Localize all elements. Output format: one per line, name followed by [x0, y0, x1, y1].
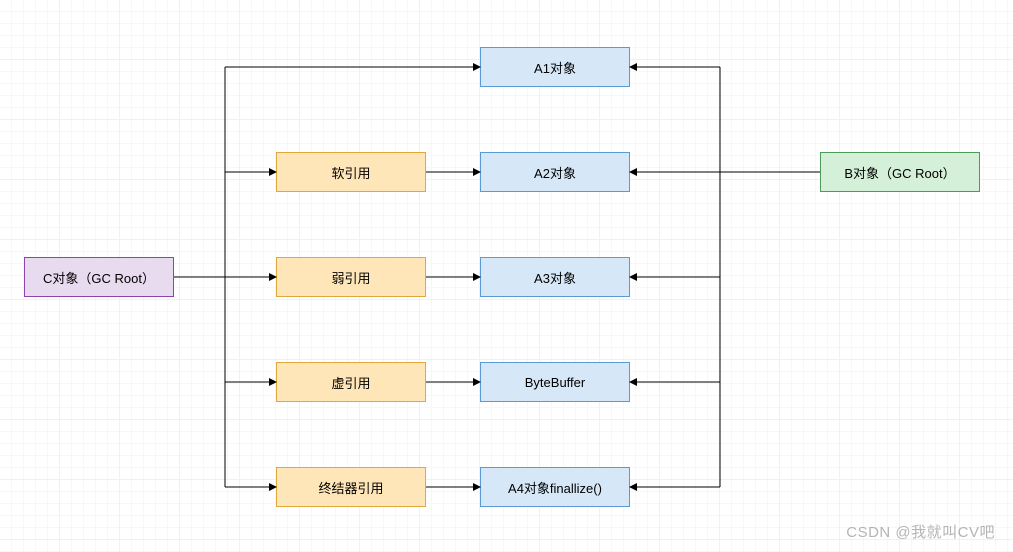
node-a1: A1对象 — [480, 47, 630, 87]
node-label: 软引用 — [331, 163, 370, 182]
node-ref-weak: 弱引用 — [276, 257, 426, 297]
node-a2: A2对象 — [480, 152, 630, 192]
node-label: B对象（GC Root） — [844, 163, 955, 182]
node-label: ByteBuffer — [525, 375, 585, 390]
node-label: 虚引用 — [331, 373, 370, 392]
node-ref-phantom: 虚引用 — [276, 362, 426, 402]
node-label: A4对象finallize() — [508, 478, 602, 497]
node-label: A2对象 — [534, 163, 576, 182]
node-label: 弱引用 — [331, 268, 370, 287]
node-ref-final: 终结器引用 — [276, 467, 426, 507]
node-label: A1对象 — [534, 58, 576, 77]
node-bytebuffer: ByteBuffer — [480, 362, 630, 402]
node-label: 终结器引用 — [318, 478, 383, 497]
node-a3: A3对象 — [480, 257, 630, 297]
watermark: CSDN @我就叫CV吧 — [846, 521, 995, 542]
node-label: A3对象 — [534, 268, 576, 287]
node-label: C对象（GC Root） — [43, 268, 155, 287]
node-a4: A4对象finallize() — [480, 467, 630, 507]
node-c-root: C对象（GC Root） — [24, 257, 174, 297]
node-ref-soft: 软引用 — [276, 152, 426, 192]
node-b-root: B对象（GC Root） — [820, 152, 980, 192]
